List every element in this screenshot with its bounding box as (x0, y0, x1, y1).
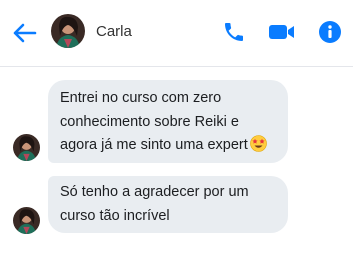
sender-avatar[interactable] (13, 134, 40, 161)
chat-header: Carla (0, 0, 353, 67)
info-button[interactable] (316, 18, 344, 46)
message-bubble[interactable]: Entrei no curso com zero conhecimento so… (48, 80, 288, 163)
message-line: Entrei no curso com zero (60, 90, 222, 106)
message-line: agora já me sinto uma expert (60, 134, 276, 161)
video-camera-icon (269, 25, 294, 39)
back-button[interactable] (8, 18, 40, 48)
call-button[interactable] (220, 18, 248, 46)
contact-avatar[interactable] (51, 14, 85, 48)
sender-avatar[interactable] (13, 207, 40, 234)
arrow-left-icon (13, 23, 37, 43)
message-text: agora já me sinto uma expert (60, 137, 248, 153)
info-icon (319, 21, 341, 43)
message-bubble[interactable]: Só tenho a agradecer por um curso tão in… (48, 176, 288, 233)
contact-name[interactable]: Carla (96, 23, 132, 40)
message-line: conhecimento sobre Reiki e (60, 113, 239, 130)
message-line: curso tão incrível (60, 207, 170, 224)
video-call-button[interactable] (266, 18, 298, 46)
message-line: Só tenho a agradecer por um (60, 184, 249, 200)
star-struck-emoji (249, 135, 267, 161)
phone-icon (225, 23, 243, 41)
